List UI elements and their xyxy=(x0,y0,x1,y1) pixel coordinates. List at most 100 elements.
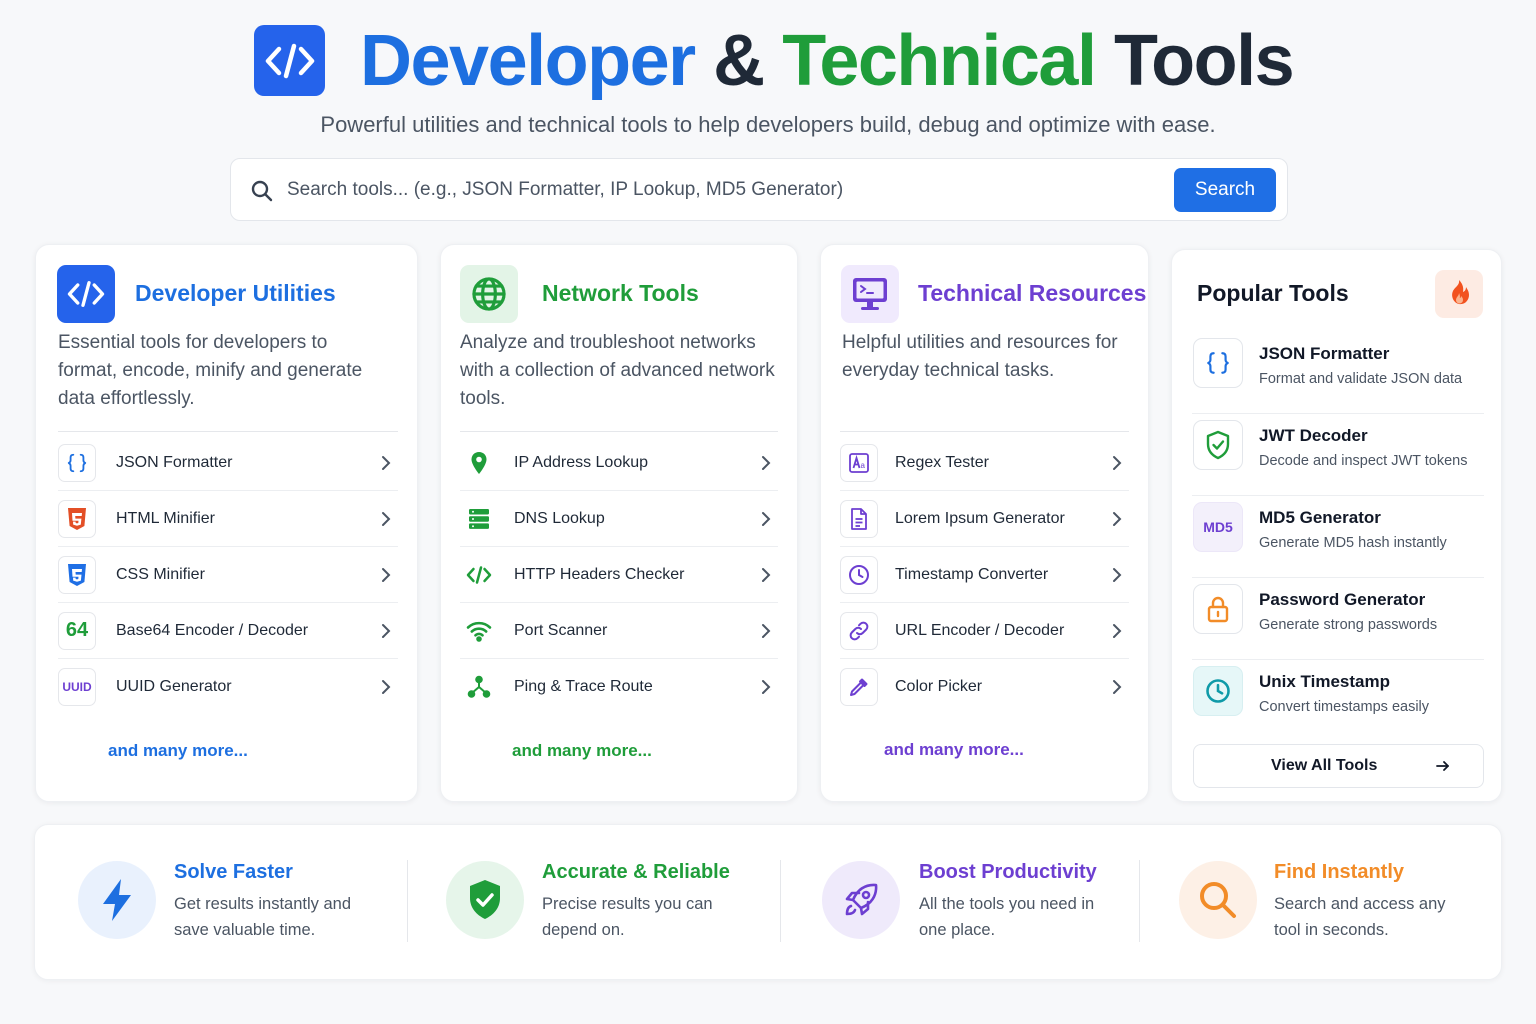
tool-item-html-minifier[interactable]: HTML Minifier xyxy=(58,491,398,547)
code-icon xyxy=(57,265,115,323)
popular-item-unix-timestamp[interactable]: Unix Timestamp Convert timestamps easily xyxy=(1192,660,1484,742)
tool-list: JSON Formatter HTML Minifier CSS Minifie… xyxy=(58,435,398,715)
tool-item-ping-trace[interactable]: Ping & Trace Route xyxy=(460,659,778,715)
card-developer-utilities: Developer Utilities Essential tools for … xyxy=(35,244,418,802)
popular-item-md5-generator[interactable]: MD5 MD5 Generator Generate MD5 hash inst… xyxy=(1192,496,1484,578)
tool-label: HTML Minifier xyxy=(116,509,215,527)
feature-desc: Get results instantly and save valuable … xyxy=(174,895,352,939)
chevron-right-icon xyxy=(762,511,771,526)
tool-item-regex-tester[interactable]: a Regex Tester xyxy=(840,435,1129,491)
tool-label: Ping & Trace Route xyxy=(514,678,653,695)
search-bar: Search xyxy=(230,158,1288,221)
tool-item-base64[interactable]: 64 Base64 Encoder / Decoder xyxy=(58,603,398,659)
code-icon xyxy=(460,556,498,594)
popular-item-name: Unix Timestamp xyxy=(1259,672,1391,691)
tool-item-color-picker[interactable]: Color Picker xyxy=(840,659,1129,715)
chevron-right-icon xyxy=(762,455,771,470)
divider xyxy=(840,431,1129,432)
divider xyxy=(780,860,781,942)
chevron-right-icon xyxy=(762,623,771,638)
divider xyxy=(1139,860,1140,942)
document-icon xyxy=(840,499,878,538)
network-nodes-icon xyxy=(460,668,498,706)
tool-label: Lorem Ipsum Generator xyxy=(895,509,1065,527)
fire-icon xyxy=(1435,270,1483,318)
feature-solve-faster: Solve Faster Get results instantly and s… xyxy=(35,825,405,981)
shield-check-icon xyxy=(446,861,524,939)
uuid-icon: UUID xyxy=(58,668,96,706)
more-link[interactable]: and many more... xyxy=(884,740,1024,760)
popular-item-password-generator[interactable]: Password Generator Generate strong passw… xyxy=(1192,578,1484,660)
view-all-tools-button[interactable]: View All Tools xyxy=(1193,744,1484,788)
wifi-icon xyxy=(460,612,498,650)
tool-item-ip-lookup[interactable]: IP Address Lookup xyxy=(460,435,778,491)
tool-label: Timestamp Converter xyxy=(895,565,1049,583)
server-icon xyxy=(460,500,498,538)
tool-label: DNS Lookup xyxy=(514,509,605,527)
tool-item-dns-lookup[interactable]: DNS Lookup xyxy=(460,491,778,547)
popular-item-desc: Format and validate JSON data xyxy=(1259,371,1463,387)
svg-text:a: a xyxy=(861,461,866,470)
feature-desc: Search and access any tool in seconds. xyxy=(1274,895,1446,939)
feature-title: Boost Productivity xyxy=(919,861,1097,883)
feature-title: Accurate & Reliable xyxy=(542,861,730,883)
tool-item-css-minifier[interactable]: CSS Minifier xyxy=(58,547,398,603)
terminal-monitor-icon xyxy=(841,265,899,323)
arrow-right-icon xyxy=(1435,758,1451,779)
popular-item-name: MD5 Generator xyxy=(1259,508,1381,527)
card-title: Network Tools xyxy=(542,280,699,306)
popular-item-name: JSON Formatter xyxy=(1259,344,1390,363)
popular-item-desc: Generate MD5 hash instantly xyxy=(1259,535,1447,551)
search-button[interactable]: Search xyxy=(1174,168,1276,212)
tool-label: UUID Generator xyxy=(116,678,232,695)
uuid-badge: UUID xyxy=(62,680,92,694)
feature-desc: Precise results you can depend on. xyxy=(542,895,713,939)
tool-item-uuid-generator[interactable]: UUID UUID Generator xyxy=(58,659,398,715)
card-title: Technical Resources xyxy=(918,280,1147,306)
tool-label: Port Scanner xyxy=(514,621,608,639)
chevron-right-icon xyxy=(762,680,771,694)
link-icon xyxy=(840,611,878,650)
card-description: Essential tools for developers to format… xyxy=(58,332,363,409)
hero-header: Developer & Technical Tools Powerful uti… xyxy=(0,0,1536,240)
base64-icon: 64 xyxy=(58,611,96,650)
regex-icon: a xyxy=(840,443,878,482)
more-link[interactable]: and many more... xyxy=(108,741,248,761)
title-word-technical: Technical xyxy=(782,21,1097,101)
tool-item-url-encoder[interactable]: URL Encoder / Decoder xyxy=(840,603,1129,659)
feature-title: Find Instantly xyxy=(1274,861,1404,883)
card-popular-tools: Popular Tools JSON Formatter Format and … xyxy=(1171,249,1502,802)
popular-item-json-formatter[interactable]: JSON Formatter Format and validate JSON … xyxy=(1192,332,1484,414)
search-icon xyxy=(250,179,274,208)
tool-label: HTTP Headers Checker xyxy=(514,565,685,583)
tool-item-lorem-ipsum[interactable]: Lorem Ipsum Generator xyxy=(840,491,1129,547)
chevron-right-icon xyxy=(382,680,391,694)
braces-icon xyxy=(1193,338,1243,388)
popular-item-desc: Decode and inspect JWT tokens xyxy=(1259,453,1468,469)
tool-item-http-headers[interactable]: HTTP Headers Checker xyxy=(460,547,778,603)
tool-label: JSON Formatter xyxy=(116,453,233,471)
card-technical-resources: Technical Resources Helpful utilities an… xyxy=(820,244,1149,802)
magnifier-icon xyxy=(1179,861,1257,939)
braces-icon xyxy=(58,443,96,482)
more-link[interactable]: and many more... xyxy=(512,741,652,761)
title-ampersand: & xyxy=(713,21,765,101)
search-input[interactable] xyxy=(287,171,1167,209)
tool-item-json-formatter[interactable]: JSON Formatter xyxy=(58,435,398,491)
popular-item-jwt-decoder[interactable]: JWT Decoder Decode and inspect JWT token… xyxy=(1192,414,1484,496)
popular-item-name: JWT Decoder xyxy=(1259,426,1368,445)
popular-item-desc: Convert timestamps easily xyxy=(1259,699,1430,715)
feature-desc: All the tools you need in one place. xyxy=(919,895,1095,939)
md5-icon: MD5 xyxy=(1193,502,1243,552)
feature-find-instantly: Find Instantly Search and access any too… xyxy=(1141,825,1501,981)
page-title: Developer & Technical Tools xyxy=(360,18,1295,104)
feature-title: Solve Faster xyxy=(174,861,293,883)
location-pin-icon xyxy=(460,444,498,482)
tool-item-port-scanner[interactable]: Port Scanner xyxy=(460,603,778,659)
tool-item-timestamp-converter[interactable]: Timestamp Converter xyxy=(840,547,1129,603)
chevron-right-icon xyxy=(382,567,391,582)
features-bar: Solve Faster Get results instantly and s… xyxy=(34,824,1502,980)
clock-icon xyxy=(1193,666,1243,716)
tool-label: Regex Tester xyxy=(895,453,989,471)
title-word-developer: Developer xyxy=(360,21,696,101)
